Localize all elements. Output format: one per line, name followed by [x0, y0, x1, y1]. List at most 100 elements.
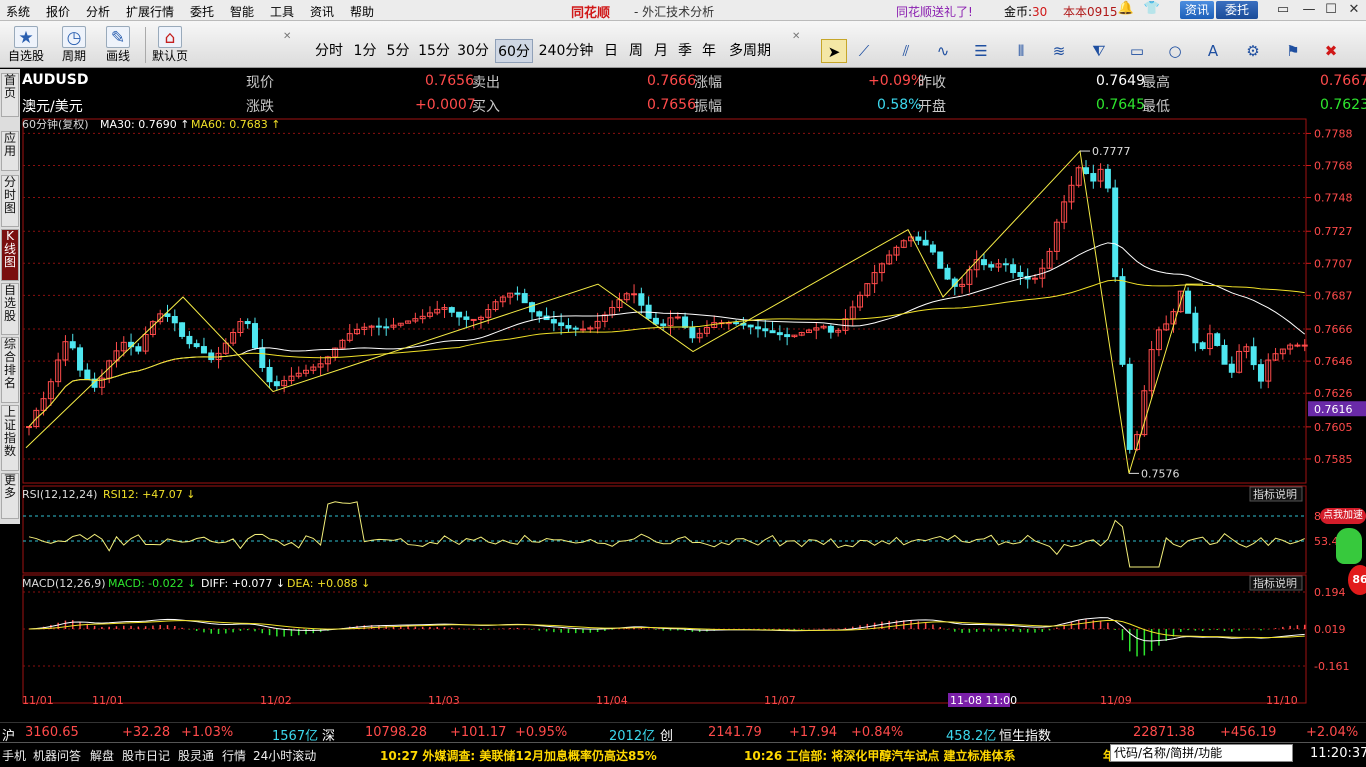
toolbar-grip[interactable]: ✕	[792, 31, 800, 42]
bell-icon[interactable]: 🔔	[1114, 1, 1138, 19]
tab-quotes[interactable]: 行情	[222, 747, 246, 764]
toolbar-divider	[145, 27, 146, 63]
tab-more[interactable]: 更多	[1, 473, 19, 519]
candle-down	[463, 316, 470, 320]
close-icon[interactable]: ✕	[1343, 1, 1365, 19]
rsi-value-label: RSI12: +47.07 ↓	[103, 488, 196, 501]
menu-ext-quote[interactable]: 扩展行情	[126, 3, 174, 20]
period-quarter[interactable]: 季	[674, 39, 696, 63]
menu-tools[interactable]: 工具	[270, 3, 294, 20]
candle-up	[631, 293, 638, 296]
maximize-icon[interactable]: ☐	[1320, 1, 1342, 19]
tab-kline[interactable]: K线图	[1, 229, 19, 281]
candle-down	[682, 316, 689, 328]
hs-value: 22871.38	[1133, 725, 1196, 740]
prev-close-value: 0.7649	[1096, 73, 1145, 89]
quote-panel: AUDUSD 澳元/美元 现价 0.7656 卖出 0.7666 涨幅 +0.0…	[20, 69, 1366, 117]
arrow-tool-icon[interactable]: ⧨	[1086, 39, 1112, 63]
text-tool-icon[interactable]: A	[1200, 39, 1226, 63]
tab-ranking[interactable]: 综合排名	[1, 337, 19, 403]
news-ticker-item[interactable]: 10:26 工信部: 将深化甲醇汽车试点 建立标准体系	[744, 747, 1016, 764]
line-segment-icon[interactable]: ⟋	[851, 39, 877, 63]
candle-down	[456, 311, 463, 318]
notification-badge[interactable]: 86	[1348, 565, 1366, 595]
rectangle-icon[interactable]: ▭	[1124, 39, 1150, 63]
change-value: +0.0007	[415, 97, 476, 113]
price-axis-label: 0.7666	[1314, 323, 1353, 336]
macd-axis-label: 0.019	[1314, 623, 1346, 636]
minimize-icon[interactable]: —	[1298, 1, 1320, 19]
period-1min-tick[interactable]: 分时	[311, 39, 347, 63]
parallel-line-icon[interactable]: ⫽	[893, 39, 919, 63]
period-30m[interactable]: 30分	[455, 39, 491, 63]
period-60m[interactable]: 60分	[495, 39, 533, 63]
candle-down	[558, 322, 565, 327]
chart-canvas[interactable]: 0.7788 0.7768 0.7748 0.7727 0.7707 0.7687 0.76…	[20, 117, 1366, 707]
menu-news[interactable]: 资讯	[310, 3, 334, 20]
candle-down	[915, 236, 922, 241]
tab-home[interactable]: 首页	[1, 73, 19, 117]
shirt-icon[interactable]: 👕	[1140, 1, 1164, 19]
watchlist-button[interactable]: ★ 自选股	[6, 24, 46, 66]
menu-trade[interactable]: 委托	[190, 3, 214, 20]
cursor-icon[interactable]: ➤	[821, 39, 847, 63]
market-index-bar: 沪 3160.65 +32.28 +1.03% 1567亿 深 10798.28…	[0, 722, 1366, 744]
news-button[interactable]: 资讯	[1180, 1, 1214, 19]
period-5m[interactable]: 5分	[383, 39, 413, 63]
tab-intraday[interactable]: 分时图	[1, 175, 19, 227]
tab-analysis[interactable]: 解盘	[90, 747, 114, 764]
candle-down	[171, 315, 178, 324]
fibonacci-icon[interactable]: ☰	[968, 39, 994, 63]
candle-down	[638, 293, 645, 306]
candle-up	[1301, 344, 1308, 347]
gann-icon[interactable]: ⦀	[1008, 39, 1034, 63]
menu-quote[interactable]: 报价	[46, 3, 70, 20]
ellipse-icon[interactable]: ○	[1162, 39, 1188, 63]
candle-down	[1010, 264, 1017, 274]
tab-robot-qa[interactable]: 机器问答	[33, 747, 81, 764]
search-input[interactable]: 代码/名称/简拼/功能	[1110, 744, 1293, 762]
left-tab-bar: 首页 应用 分时图 K线图 自选股 综合排名 上证指数 更多	[0, 69, 20, 524]
kline-chart[interactable]: 0.7788 0.7768 0.7748 0.7727 0.7707 0.7687 0.76…	[20, 117, 1366, 707]
draw-line-button[interactable]: ✎ 画线	[98, 24, 138, 66]
tab-diary[interactable]: 股市日记	[122, 747, 170, 764]
promo-link[interactable]: 同花顺送礼了!	[896, 3, 973, 20]
candle-down	[1119, 276, 1126, 365]
period-15m[interactable]: 15分	[416, 39, 452, 63]
gear-icon[interactable]: ⚙	[1240, 39, 1266, 63]
speed-up-badge[interactable]: 点我加速	[1320, 508, 1366, 524]
high-label: 最高	[1142, 75, 1170, 91]
period-month[interactable]: 月	[650, 39, 672, 63]
period-week[interactable]: 周	[625, 39, 647, 63]
date-axis-label: 11/01	[92, 694, 124, 707]
macd-pane-frame	[22, 574, 1307, 704]
zigzag-icon[interactable]: ∿	[930, 39, 956, 63]
tab-mobile[interactable]: 手机	[2, 747, 26, 764]
tab-sh-index[interactable]: 上证指数	[1, 405, 19, 471]
default-page-button[interactable]: ⌂ 默认页	[150, 24, 190, 66]
tab-apps[interactable]: 应用	[1, 131, 19, 171]
bookmark-icon[interactable]: ⚑	[1280, 39, 1306, 63]
macd-axis-label: 0.194	[1314, 586, 1346, 599]
period-year[interactable]: 年	[698, 39, 720, 63]
trade-button[interactable]: 委托	[1216, 1, 1258, 19]
tab-stock-link[interactable]: 股灵通	[178, 747, 214, 764]
period-240m[interactable]: 240分钟	[537, 39, 595, 63]
tab-watchlist[interactable]: 自选股	[1, 283, 19, 335]
period-multi[interactable]: 多周期	[725, 39, 775, 63]
toolbar-grip[interactable]: ✕	[283, 31, 291, 42]
channel-icon[interactable]: ≋	[1046, 39, 1072, 63]
news-ticker-item[interactable]: 10:27 外媒调查: 美联储12月加息概率仍高达85%	[380, 747, 657, 764]
tab-24h-feed[interactable]: 24小时滚动	[253, 747, 316, 764]
delete-lines-icon[interactable]: ✖	[1318, 39, 1344, 63]
menu-help[interactable]: 帮助	[350, 3, 374, 20]
mascot-icon[interactable]	[1336, 528, 1362, 564]
menu-system[interactable]: 系统	[6, 3, 30, 20]
menu-smart[interactable]: 智能	[230, 3, 254, 20]
menu-analysis[interactable]: 分析	[86, 3, 110, 20]
restore-icon[interactable]: ▭	[1272, 1, 1294, 19]
period-1m[interactable]: 1分	[350, 39, 380, 63]
period-day[interactable]: 日	[600, 39, 622, 63]
period-button[interactable]: ◷ 周期	[54, 24, 94, 66]
candle-down	[689, 326, 696, 339]
